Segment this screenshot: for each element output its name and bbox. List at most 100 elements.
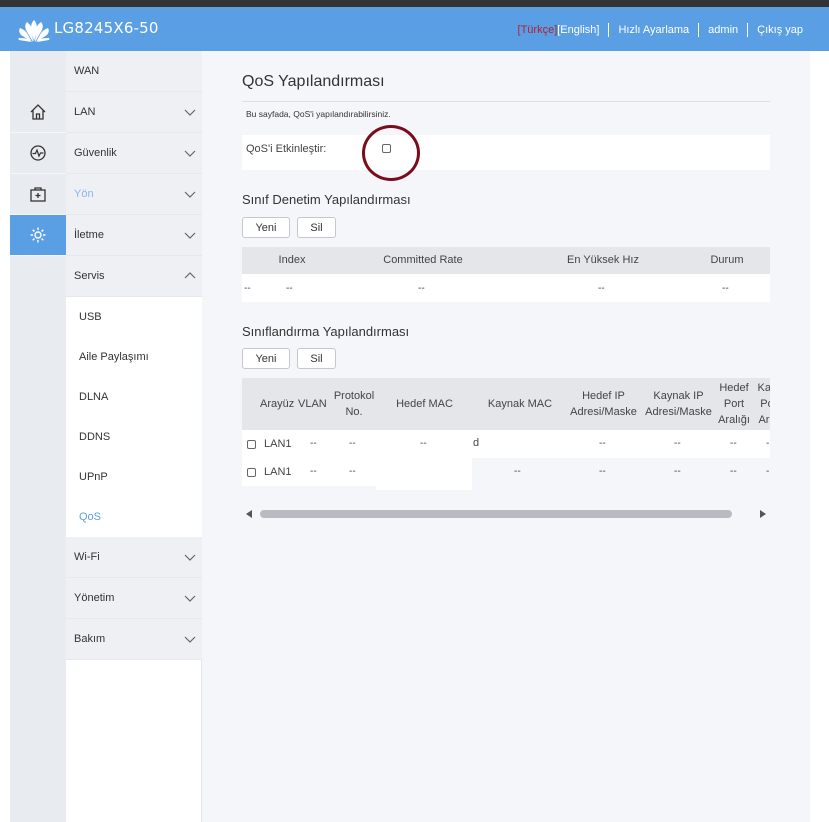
column-header: Committed Rate: [383, 254, 463, 266]
column-header: En Yüksek Hız: [567, 254, 639, 266]
menu-item-label: Yönetim: [74, 592, 115, 604]
submenu-label: DDNS: [79, 431, 111, 443]
top-links: [Türkçe] [English] Hızlı Ayarlama admin …: [518, 23, 803, 37]
menu-item-maintenance[interactable]: Bakım: [66, 619, 202, 660]
main-content: QoS Yapılandırması Bu sayfada, QoS'i yap…: [202, 51, 810, 822]
table-row: LAN1 -- -- -- -- -- -- -: [242, 458, 770, 490]
header-line: Protokol: [333, 390, 375, 402]
submenu-item-family-share[interactable]: Aile Paylaşımı: [66, 337, 202, 377]
row-checkbox[interactable]: [247, 468, 256, 477]
header-line: Aralığı: [718, 414, 750, 426]
class-audit-new-button[interactable]: Yeni: [242, 217, 290, 238]
table-cell: --: [418, 283, 425, 294]
menu-item-lan[interactable]: LAN: [66, 92, 202, 133]
class-audit-table-header: Index Committed Rate En Yüksek Hız Durum: [242, 247, 770, 274]
sidebar-icon-rail: [10, 51, 66, 822]
header-line: Hedef IP: [582, 390, 625, 402]
scroll-left-icon[interactable]: [246, 510, 252, 518]
divider: [608, 23, 610, 37]
add-nav[interactable]: [10, 174, 66, 215]
classification-delete-button[interactable]: Sil: [297, 348, 336, 369]
table-cell: --: [674, 438, 681, 449]
submenu-item-dlna[interactable]: DLNA: [66, 377, 202, 417]
menu-item-wifi[interactable]: Wi-Fi: [66, 537, 202, 578]
table-cell: --: [730, 438, 737, 449]
menu-item-label: İletme: [74, 229, 104, 241]
lang-english-link[interactable]: [English]: [557, 24, 599, 36]
column-header: VLAN: [298, 398, 327, 410]
status-icon: [30, 145, 46, 161]
submenu-label: USB: [79, 311, 102, 323]
menu-item-label: LAN: [74, 106, 96, 118]
submenu-label: QoS: [79, 511, 102, 523]
submenu-label: Aile Paylaşımı: [79, 351, 149, 363]
submenu-item-upnp[interactable]: UPnP: [66, 457, 202, 497]
add-icon: [30, 187, 46, 202]
classification-new-button[interactable]: Yeni: [242, 348, 290, 369]
menu-item-wan[interactable]: WAN: [66, 51, 202, 92]
row-checkbox[interactable]: [247, 440, 256, 449]
chevron-down-icon: [184, 191, 196, 198]
classification-table-header: Arayüz VLAN Protokol No. Hedef MAC Kayna…: [242, 378, 770, 430]
scroll-right-icon[interactable]: [760, 510, 766, 518]
column-header: Hedef MAC: [396, 398, 453, 410]
header-line: Po: [760, 398, 770, 410]
submenu-item-ddns[interactable]: DDNS: [66, 417, 202, 457]
menu-item-label: WAN: [74, 65, 100, 77]
submenu-item-usb[interactable]: USB: [66, 297, 202, 337]
table-cell: --: [598, 283, 605, 294]
top-strip: [0, 0, 829, 7]
header-line: Kaynak IP: [653, 390, 704, 402]
table-cell: LAN1: [264, 466, 292, 478]
column-header: Kaynak MAC: [487, 398, 553, 410]
status-nav[interactable]: [10, 133, 66, 174]
column-header: Kay Po Ara: [752, 380, 770, 428]
class-audit-title: Sınıf Denetim Yapılandırması: [242, 192, 411, 207]
page-title: QoS Yapılandırması: [242, 73, 385, 90]
page-description: Bu sayfada, QoS'i yapılandırabilirsiniz.: [246, 109, 391, 119]
menu-item-label: Bakım: [74, 633, 106, 645]
menu-item-label: Servis: [74, 270, 105, 282]
horizontal-scrollbar[interactable]: [242, 505, 770, 521]
table-cell: --: [722, 283, 729, 294]
settings-nav[interactable]: [10, 215, 66, 256]
user-link[interactable]: admin: [708, 24, 738, 36]
column-header: Protokol No.: [331, 388, 377, 420]
table-cell: --: [310, 438, 317, 449]
huawei-logo-icon: [18, 20, 50, 42]
submenu-item-qos[interactable]: QoS: [66, 497, 202, 537]
column-header: Kaynak IP Adresi/Maske: [641, 388, 716, 420]
class-audit-delete-button[interactable]: Sil: [297, 217, 336, 238]
column-header: Hedef Port Aralığı: [716, 380, 752, 428]
chevron-down-icon: [184, 636, 196, 643]
menu-item-route[interactable]: Yön: [66, 174, 202, 215]
lang-turkish-link[interactable]: [Türkçe]: [518, 24, 558, 36]
title-divider: [242, 101, 770, 102]
settings-icon: [30, 227, 46, 243]
menu-item-forward[interactable]: İletme: [66, 215, 202, 256]
chevron-down-icon: [184, 109, 196, 116]
table-cell: --: [599, 466, 606, 477]
menu-item-security[interactable]: Güvenlik: [66, 133, 202, 174]
column-header: Index: [278, 254, 306, 266]
classification-title: Sınıflandırma Yapılandırması: [242, 324, 410, 339]
column-header: Hedef IP Adresi/Maske: [566, 388, 641, 420]
cell-background: [376, 458, 472, 490]
column-header: Durum: [710, 254, 744, 266]
column-header: Arayüz: [260, 398, 295, 410]
table-cell: --: [730, 466, 737, 477]
scroll-thumb[interactable]: [260, 510, 732, 518]
annotation-circle: [362, 125, 420, 181]
submenu-label: DLNA: [79, 391, 109, 403]
submenu-label: UPnP: [79, 471, 108, 483]
quick-setup-link[interactable]: Hızlı Ayarlama: [618, 24, 689, 36]
menu-item-service[interactable]: Servis: [66, 256, 202, 297]
home-nav[interactable]: [10, 92, 66, 133]
header-line: No.: [345, 406, 363, 418]
chevron-down-icon: [184, 232, 196, 239]
cell-background: [242, 458, 376, 486]
menu-item-management[interactable]: Yönetim: [66, 578, 202, 619]
logout-link[interactable]: Çıkış yap: [757, 24, 803, 36]
table-cell: d: [473, 437, 480, 449]
table-cell: --: [349, 466, 356, 477]
